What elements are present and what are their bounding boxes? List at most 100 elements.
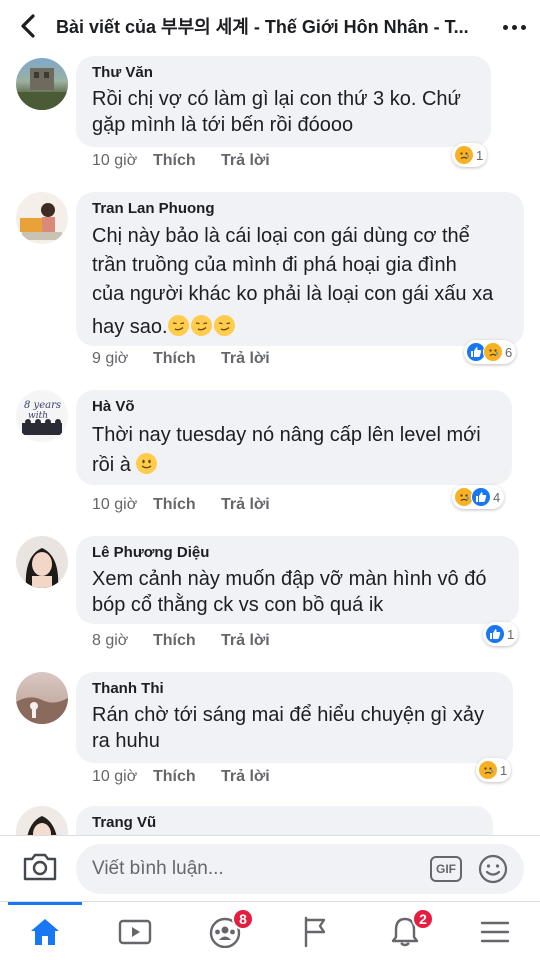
like-button[interactable]: Thích (153, 350, 221, 368)
video-icon (118, 919, 152, 944)
reply-button[interactable]: Trả lời (221, 350, 270, 368)
comment-bubble[interactable]: Thư Văn Rồi chị vợ có làm gì lại con thứ… (76, 56, 491, 147)
comment-text-fragment: hay sao. (92, 316, 168, 338)
comment-actions: 10 giờ Thích Trả lời (92, 152, 270, 170)
svg-text:8 years: 8 years (24, 400, 61, 411)
comment-bubble[interactable]: Tran Lan Phuong Chị này bảo là cái loại … (76, 192, 524, 346)
comment-actions: 9 giờ Thích Trả lời (92, 350, 270, 368)
comment-text: Rồi chị vợ có làm gì lại con thứ 3 ko. C… (92, 86, 477, 138)
comment-author[interactable]: Hà Võ (92, 398, 498, 416)
reaction-summary[interactable]: 1 (476, 758, 512, 782)
like-button[interactable]: Thích (153, 496, 221, 514)
like-reaction-icon (471, 487, 491, 507)
page-title: Bài viết của 부부의 세계 - Thế Giới Hôn Nhân … (56, 17, 469, 37)
reaction-summary[interactable]: 4 (452, 485, 505, 509)
comment-actions: 10 giờ Thích Trả lời (92, 768, 270, 786)
reaction-summary[interactable]: 6 (464, 340, 517, 364)
avatar[interactable] (16, 806, 68, 835)
avatar[interactable]: 8 years with (16, 390, 68, 442)
comment-text-fragment: rồi à (92, 454, 131, 476)
comment-text: Chị này bảo là cái loại con gái dùng cơ … (92, 222, 510, 342)
comment-author[interactable]: Thư Văn (92, 64, 477, 82)
reaction-count: 1 (507, 626, 515, 642)
gif-button[interactable]: GIF (430, 856, 462, 882)
comment-bubble[interactable]: Hà Võ Thời nay tuesday nó nâng cấp lên l… (76, 390, 512, 485)
comment-text-line: ra huhu (92, 730, 160, 752)
top-bar: Bài viết của 부부의 세계 - Thế Giới Hôn Nhân … (0, 0, 540, 52)
comment-composer: GIF (0, 835, 540, 901)
avatar[interactable] (16, 58, 68, 110)
like-button[interactable]: Thích (153, 768, 221, 786)
comment-text-line: trần truồng của mình đi phá hoại gia đìn… (92, 254, 457, 276)
tab-home[interactable] (0, 902, 90, 960)
comment-text: Rán chờ tới sáng mai để hiểu chuyện gì x… (92, 702, 499, 754)
reaction-count: 6 (505, 344, 513, 360)
comment-time: 9 giờ (92, 350, 129, 367)
comment-text-line: Xem cảnh này muốn đập vỡ màn hình vô đó (92, 568, 487, 590)
smirk-emoji-icon (167, 315, 189, 336)
tab-pages[interactable] (270, 902, 360, 960)
comment-actions: 10 giờ Thích Trả lời (92, 496, 270, 514)
comment-author[interactable]: Lê Phương Diệu (92, 544, 505, 562)
comment-text: Thời nay tuesday nó nâng cấp lên level m… (92, 420, 498, 480)
avatar[interactable] (16, 672, 68, 724)
notifications-badge: 2 (412, 908, 434, 930)
sad-reaction-icon (478, 760, 498, 780)
tab-groups[interactable]: 8 (180, 902, 270, 960)
comment-bubble[interactable]: Lê Phương Diệu Xem cảnh này muốn đập vỡ … (76, 536, 519, 624)
comment-author[interactable]: Thanh Thi (92, 680, 499, 698)
comment-text-line: của người khác ko phải là loại con gái x… (92, 283, 494, 305)
reply-button[interactable]: Trả lời (221, 632, 270, 650)
comment-text-line: Chị này bảo là cái loại con gái dùng cơ … (92, 225, 470, 247)
comment-text-line: hay sao. (92, 313, 510, 342)
reaction-summary[interactable]: 1 (452, 143, 488, 167)
like-button[interactable]: Thích (153, 632, 221, 650)
comment-time: 10 giờ (92, 496, 138, 513)
comment-text-line: Thời nay tuesday nó nâng cấp lên level m… (92, 424, 481, 446)
comment-bubble[interactable]: Trang Vũ (76, 806, 493, 835)
flag-icon (304, 916, 326, 947)
tab-watch[interactable] (90, 902, 180, 960)
comment-bubble[interactable]: Thanh Thi Rán chờ tới sáng mai để hiểu c… (76, 672, 513, 763)
comment-text-line: rồi à (92, 450, 498, 480)
comment-text-line: Rán chờ tới sáng mai để hiểu chuyện gì x… (92, 704, 485, 726)
like-reaction-icon (485, 624, 505, 644)
reaction-count: 1 (500, 762, 508, 778)
comment-text-line: gặp mình là tới bến rồi đóooo (92, 114, 354, 136)
slight-smile-emoji-icon (136, 453, 158, 474)
smirk-emoji-icon (213, 315, 235, 336)
comment-list[interactable]: Thư Văn Rồi chị vợ có làm gì lại con thứ… (0, 52, 540, 835)
reply-button[interactable]: Trả lời (221, 152, 270, 170)
comment-actions: 8 giờ Thích Trả lời (92, 632, 270, 650)
avatar[interactable] (16, 536, 68, 588)
more-options-button[interactable] (488, 0, 540, 52)
bottom-navigation: 8 2 (0, 901, 540, 960)
comment-time: 8 giờ (92, 632, 129, 649)
more-dots-icon (501, 17, 528, 35)
avatar[interactable] (16, 192, 68, 244)
back-button[interactable] (0, 0, 56, 52)
comment-author[interactable]: Tran Lan Phuong (92, 200, 510, 218)
tab-notifications[interactable]: 2 (360, 902, 450, 960)
comment-text-line: Rồi chị vợ có làm gì lại con thứ 3 ko. C… (92, 88, 461, 110)
comment-text-line: bóp cổ thằng ck vs con bồ quá ik (92, 594, 384, 616)
sad-reaction-icon (483, 342, 503, 362)
comment-time: 10 giờ (92, 768, 138, 785)
camera-icon (23, 853, 57, 881)
comment-time: 10 giờ (92, 152, 138, 169)
like-button[interactable]: Thích (153, 152, 221, 170)
home-icon (31, 918, 59, 945)
reaction-summary[interactable]: 1 (483, 622, 519, 646)
camera-button[interactable] (22, 852, 62, 886)
reaction-count: 1 (476, 147, 484, 163)
emoji-button[interactable] (478, 854, 508, 884)
comment-author[interactable]: Trang Vũ (92, 814, 479, 832)
reply-button[interactable]: Trả lời (221, 768, 270, 786)
tab-menu[interactable] (450, 902, 540, 960)
chevron-left-icon (21, 14, 35, 38)
groups-badge: 8 (232, 908, 254, 930)
reply-button[interactable]: Trả lời (221, 496, 270, 514)
sad-reaction-icon (454, 145, 474, 165)
smirk-emoji-icon (190, 315, 212, 336)
smiley-icon (478, 854, 508, 884)
